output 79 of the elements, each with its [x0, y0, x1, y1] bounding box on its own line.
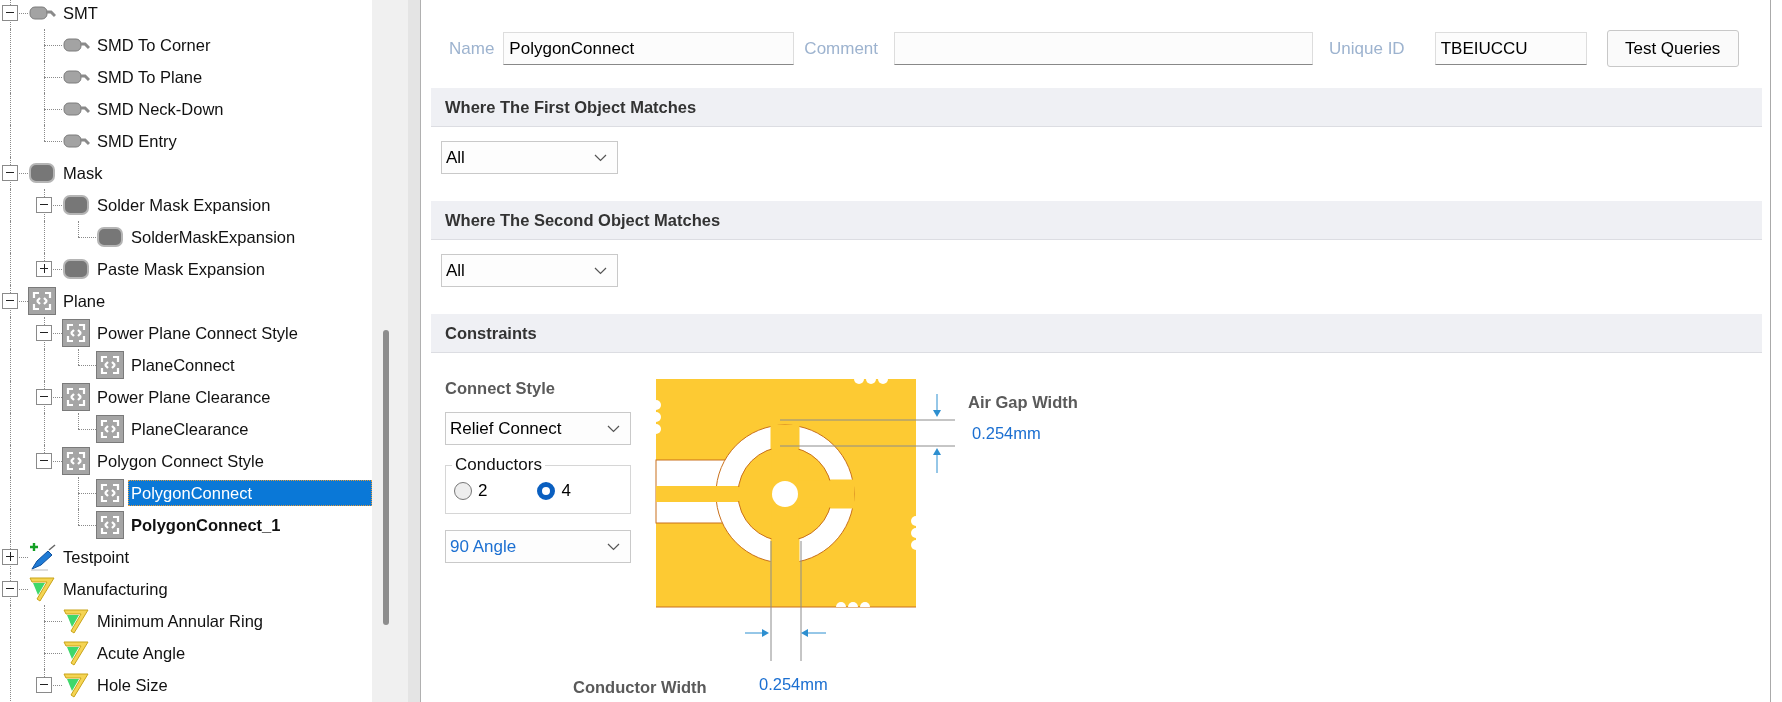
- tree-item[interactable]: SMD Neck-Down: [94, 96, 227, 122]
- tree-item[interactable]: Solder Mask Expansion: [94, 192, 274, 218]
- tree-item[interactable]: PlaneConnect: [128, 352, 238, 378]
- tree-toggle[interactable]: [2, 5, 18, 21]
- tree-item[interactable]: SMD Entry: [94, 128, 180, 154]
- radio-label: 2: [478, 481, 488, 501]
- dimension-arrow: [744, 629, 769, 637]
- tree-item[interactable]: SMD To Plane: [94, 64, 206, 90]
- dropdown[interactable]: All: [441, 254, 618, 287]
- plane-icon: [96, 511, 124, 539]
- tree-toggle[interactable]: [2, 293, 18, 309]
- plane-icon: [62, 447, 90, 475]
- section-title: Where The First Object Matches: [444, 97, 697, 117]
- field-label: Unique ID: [1329, 38, 1405, 59]
- radio-button[interactable]: [537, 482, 556, 500]
- unique-id-field[interactable]: TBEIUCCU: [1434, 32, 1587, 65]
- tree-toggle[interactable]: [36, 677, 52, 693]
- tree-item[interactable]: SMD To Corner: [94, 32, 214, 58]
- chevron-down-icon: [594, 153, 607, 162]
- dimension-arrow: [801, 629, 827, 637]
- scrollbar-thumb[interactable]: [383, 330, 389, 625]
- dimension-arrow: [933, 393, 941, 417]
- dimension-arrow: [933, 448, 941, 474]
- tree-item[interactable]: Testpoint: [60, 544, 133, 570]
- tree-item[interactable]: Power Plane Connect Style: [94, 320, 301, 346]
- field-label: Connect Style: [445, 379, 557, 398]
- tree-item[interactable]: Acute Angle: [94, 640, 189, 666]
- plane-icon: [96, 479, 124, 507]
- tree-item[interactable]: Power Plane Clearance: [94, 384, 274, 410]
- plane-icon: [96, 415, 124, 443]
- dropdown[interactable]: Relief Connect: [445, 412, 631, 445]
- tree-toggle[interactable]: [2, 581, 18, 597]
- name-field[interactable]: PolygonConnect: [503, 32, 795, 65]
- group-label: Conductors: [454, 455, 543, 475]
- tree-toggle[interactable]: [2, 165, 18, 181]
- section-title: Where The Second Object Matches: [444, 210, 721, 230]
- tree-toggle[interactable]: [2, 549, 18, 565]
- tree-toggle[interactable]: [36, 453, 52, 469]
- tree-item[interactable]: Hole Size: [94, 672, 171, 698]
- tree-item[interactable]: Manufacturing: [60, 576, 171, 602]
- tree-item[interactable]: Paste Mask Expansion: [94, 256, 268, 282]
- tree-item[interactable]: Mask: [60, 160, 106, 186]
- plane-icon: [96, 351, 124, 379]
- dimension-value: 0.254mm: [972, 424, 1041, 442]
- dimension-label: Conductor Width: [573, 678, 707, 696]
- plane-icon: [62, 319, 90, 347]
- tree-item[interactable]: PolygonConnect: [128, 480, 372, 506]
- tree-item[interactable]: Plane: [60, 288, 109, 314]
- field-label: Comment: [804, 38, 879, 59]
- tree-item[interactable]: Polygon Connect Style: [94, 448, 267, 474]
- tree-item[interactable]: Minimum Annular Ring: [94, 608, 266, 634]
- test-queries-button[interactable]: Test Queries: [1606, 30, 1739, 67]
- chevron-down-icon: [594, 266, 607, 275]
- plane-icon: [62, 383, 90, 411]
- radio-button[interactable]: [454, 482, 472, 500]
- tree-toggle[interactable]: [36, 389, 52, 405]
- comment-field[interactable]: [894, 32, 1314, 65]
- radio-label: 4: [561, 481, 571, 501]
- tree-item[interactable]: SMT: [60, 0, 101, 26]
- tree-toggle[interactable]: [36, 261, 52, 277]
- plane-icon: [28, 287, 56, 315]
- seven-shape-icon: [62, 639, 90, 667]
- chevron-down-icon: [607, 542, 620, 551]
- dimension-value: 0.254mm: [759, 675, 828, 693]
- dropdown[interactable]: 90 Angle: [445, 530, 631, 563]
- tree-toggle[interactable]: [36, 197, 52, 213]
- tree-toggle[interactable]: [36, 325, 52, 341]
- probe-icon: [28, 543, 56, 571]
- seven-shape-icon: [62, 671, 90, 699]
- seven-shape-icon: [28, 575, 56, 603]
- tree-item[interactable]: SolderMaskExpansion: [128, 224, 299, 250]
- section-title: Constraints: [444, 323, 537, 343]
- tree-item[interactable]: PolygonConnect_1: [128, 512, 284, 538]
- chevron-down-icon: [607, 424, 620, 433]
- seven-shape-icon: [62, 607, 90, 635]
- tree-item[interactable]: PlaneClearance: [128, 416, 252, 442]
- dimension-label: Air Gap Width: [968, 393, 1078, 411]
- field-label: Name: [449, 38, 495, 59]
- dropdown[interactable]: All: [441, 141, 618, 174]
